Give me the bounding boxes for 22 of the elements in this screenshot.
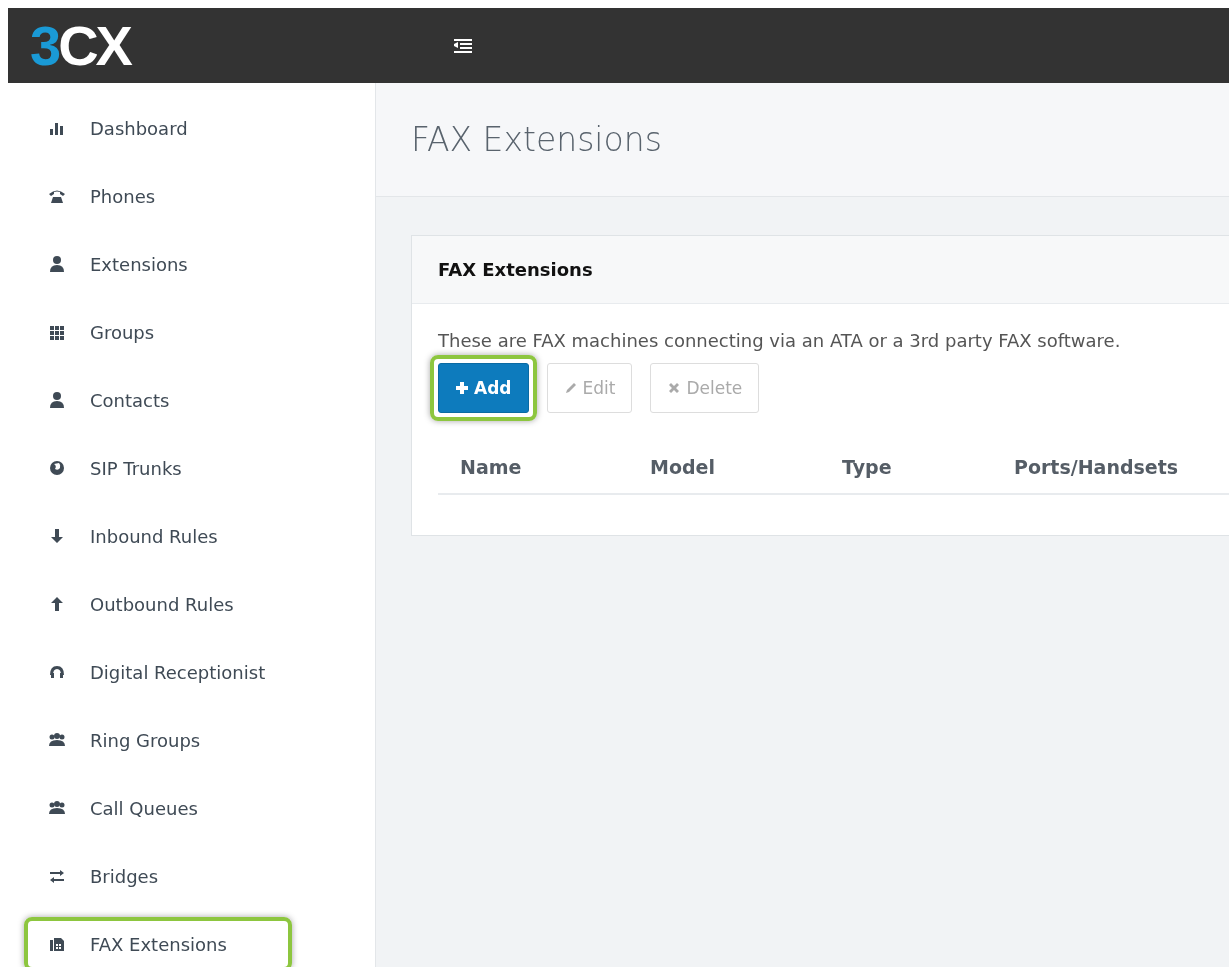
page-title: FAX Extensions — [411, 120, 662, 159]
column-header[interactable]: Model — [628, 456, 820, 478]
sidebar-item[interactable]: Call Queues — [24, 781, 292, 835]
column-header[interactable]: Name — [438, 456, 628, 478]
sidebar-item[interactable]: Dashboard — [24, 101, 292, 155]
sidebar-item[interactable]: Bridges — [24, 849, 292, 903]
sidebar-item[interactable]: Extensions — [24, 237, 292, 291]
panel-title: FAX Extensions — [438, 259, 593, 280]
column-header[interactable]: Type — [820, 456, 992, 478]
sidebar-item[interactable]: SIP Trunks — [24, 441, 292, 495]
description: These are FAX machines connecting via an ATA or a 3rd party FAX software. — [438, 330, 1122, 351]
sidebar-item[interactable]: Phones — [24, 169, 292, 223]
sidebar-item[interactable]: FAX Extensions — [24, 917, 292, 967]
column-header[interactable]: Ports/Handsets — [992, 456, 1179, 478]
sidebar-item[interactable]: Inbound Rules — [24, 509, 292, 563]
sidebar-item[interactable]: Digital Receptionist — [24, 645, 292, 699]
logo: 3CX — [29, 17, 132, 74]
sidebar-item[interactable]: Groups — [24, 305, 292, 359]
add-button[interactable]: Add — [438, 363, 529, 413]
sidebar-item[interactable]: Outbound Rules — [24, 577, 292, 631]
sidebar-item[interactable]: Ring Groups — [24, 713, 292, 767]
sidebar-item[interactable]: Contacts — [24, 373, 292, 427]
